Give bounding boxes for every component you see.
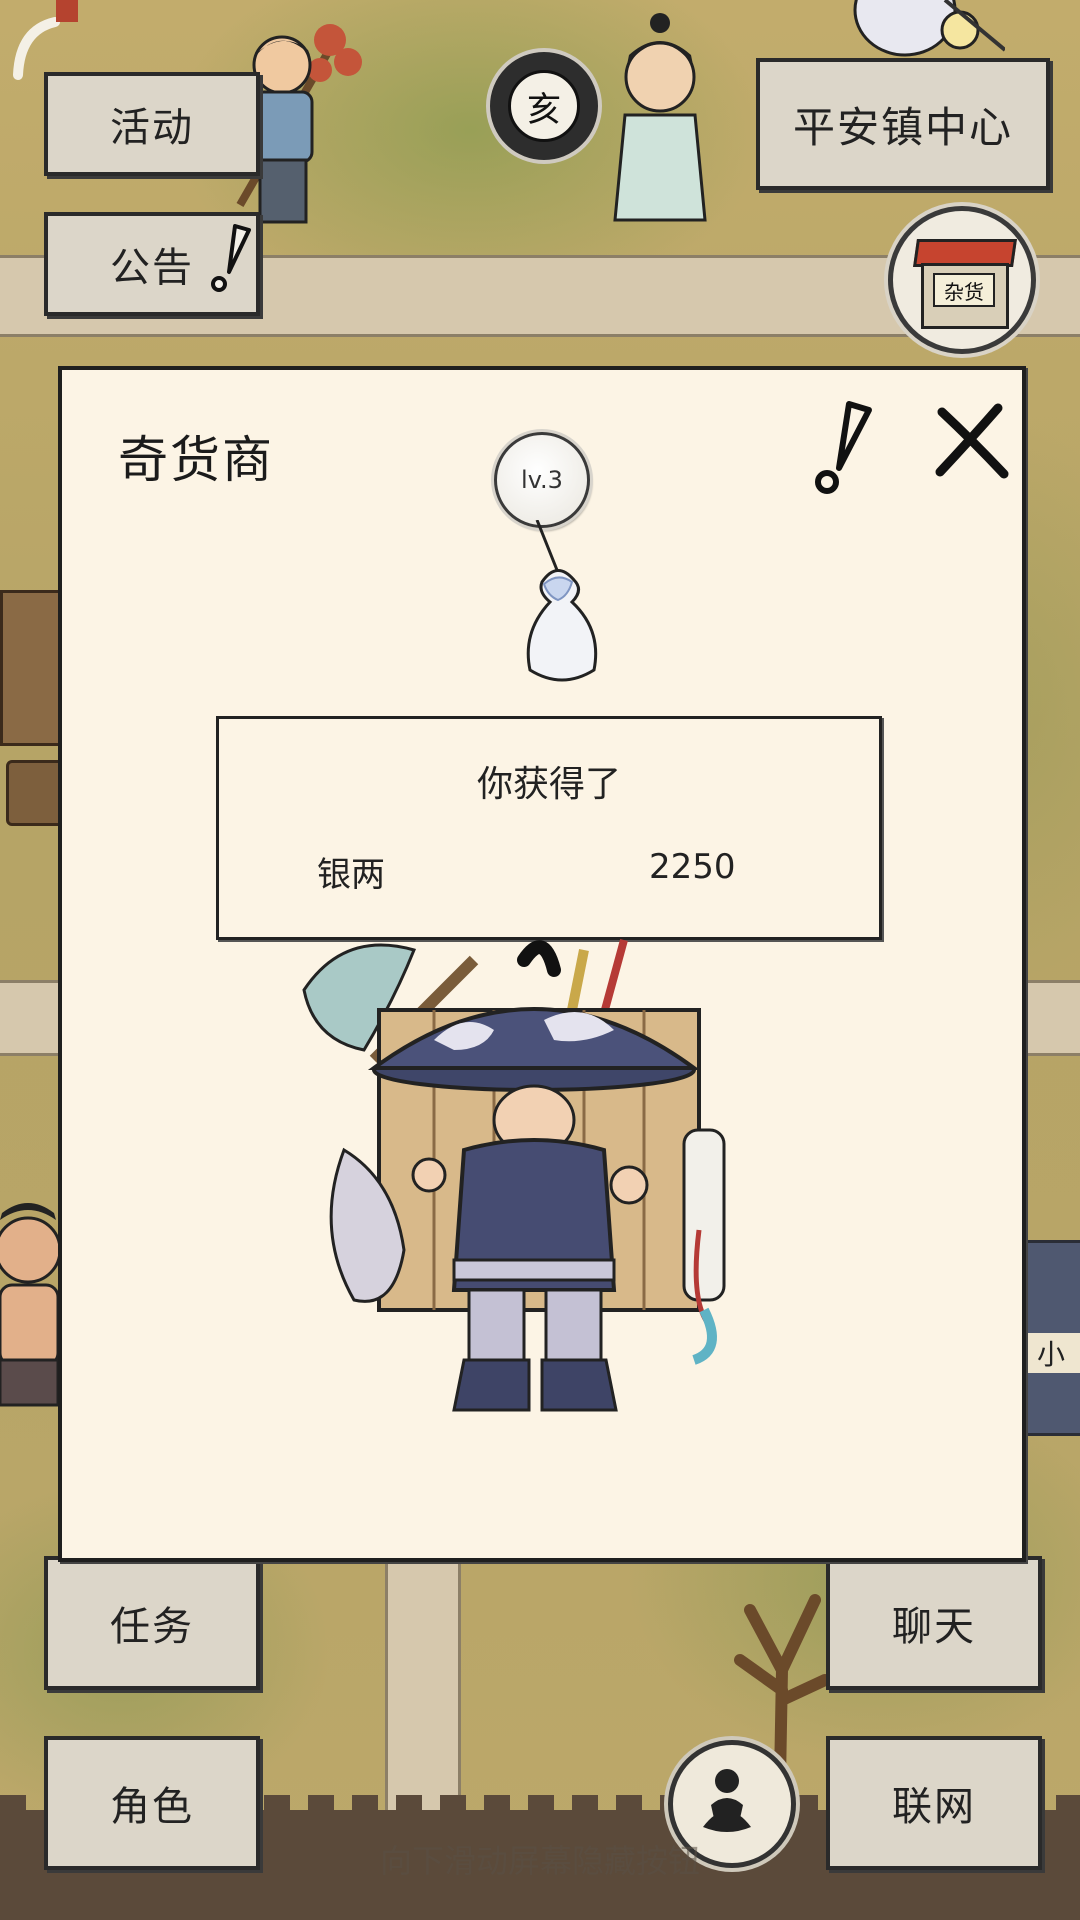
stall-sign: 小 — [1019, 1333, 1080, 1373]
notice-alert-icon — [211, 224, 251, 292]
scholar-npc[interactable] — [605, 5, 715, 225]
time-of-day-badge[interactable]: 亥 — [486, 48, 602, 164]
location-button[interactable]: 平安镇中心 — [756, 58, 1050, 190]
dialog-title: 奇货商 — [118, 431, 274, 489]
task-button[interactable]: 任务 — [44, 1556, 260, 1690]
merchant-portrait — [302, 938, 726, 1412]
close-icon[interactable] — [932, 400, 1012, 480]
left-hut — [0, 590, 66, 746]
reward-item-name: 银两 — [317, 855, 385, 895]
back-corner-icon[interactable] — [0, 0, 80, 80]
chat-button[interactable]: 聊天 — [826, 1556, 1042, 1690]
merchant-dialog: 奇货商 lv.3 你获得了 银两 2250 — [58, 366, 1026, 1562]
activity-button[interactable]: 活动 — [44, 72, 260, 176]
general-store-icon[interactable]: 杂货 — [888, 206, 1036, 354]
reward-heading: 你获得了 — [476, 764, 621, 805]
money-bag-icon — [526, 520, 598, 682]
road-vertical-bottom — [385, 1550, 461, 1810]
general-store-sign: 杂货 — [933, 273, 995, 307]
dialog-alert-icon[interactable] — [807, 398, 877, 498]
burly-npc[interactable] — [0, 1195, 60, 1410]
reward-item-value: 2250 — [649, 847, 736, 887]
left-table-stall — [6, 760, 66, 826]
monk-npc-partial[interactable] — [845, 0, 1005, 60]
swipe-hint: 向下滑动屏幕隐藏按钮 — [379, 1842, 700, 1880]
reward-box: 你获得了 银两 2250 — [216, 716, 882, 940]
time-of-day-label: 亥 — [508, 70, 580, 142]
level-badge: lv.3 — [494, 432, 590, 528]
